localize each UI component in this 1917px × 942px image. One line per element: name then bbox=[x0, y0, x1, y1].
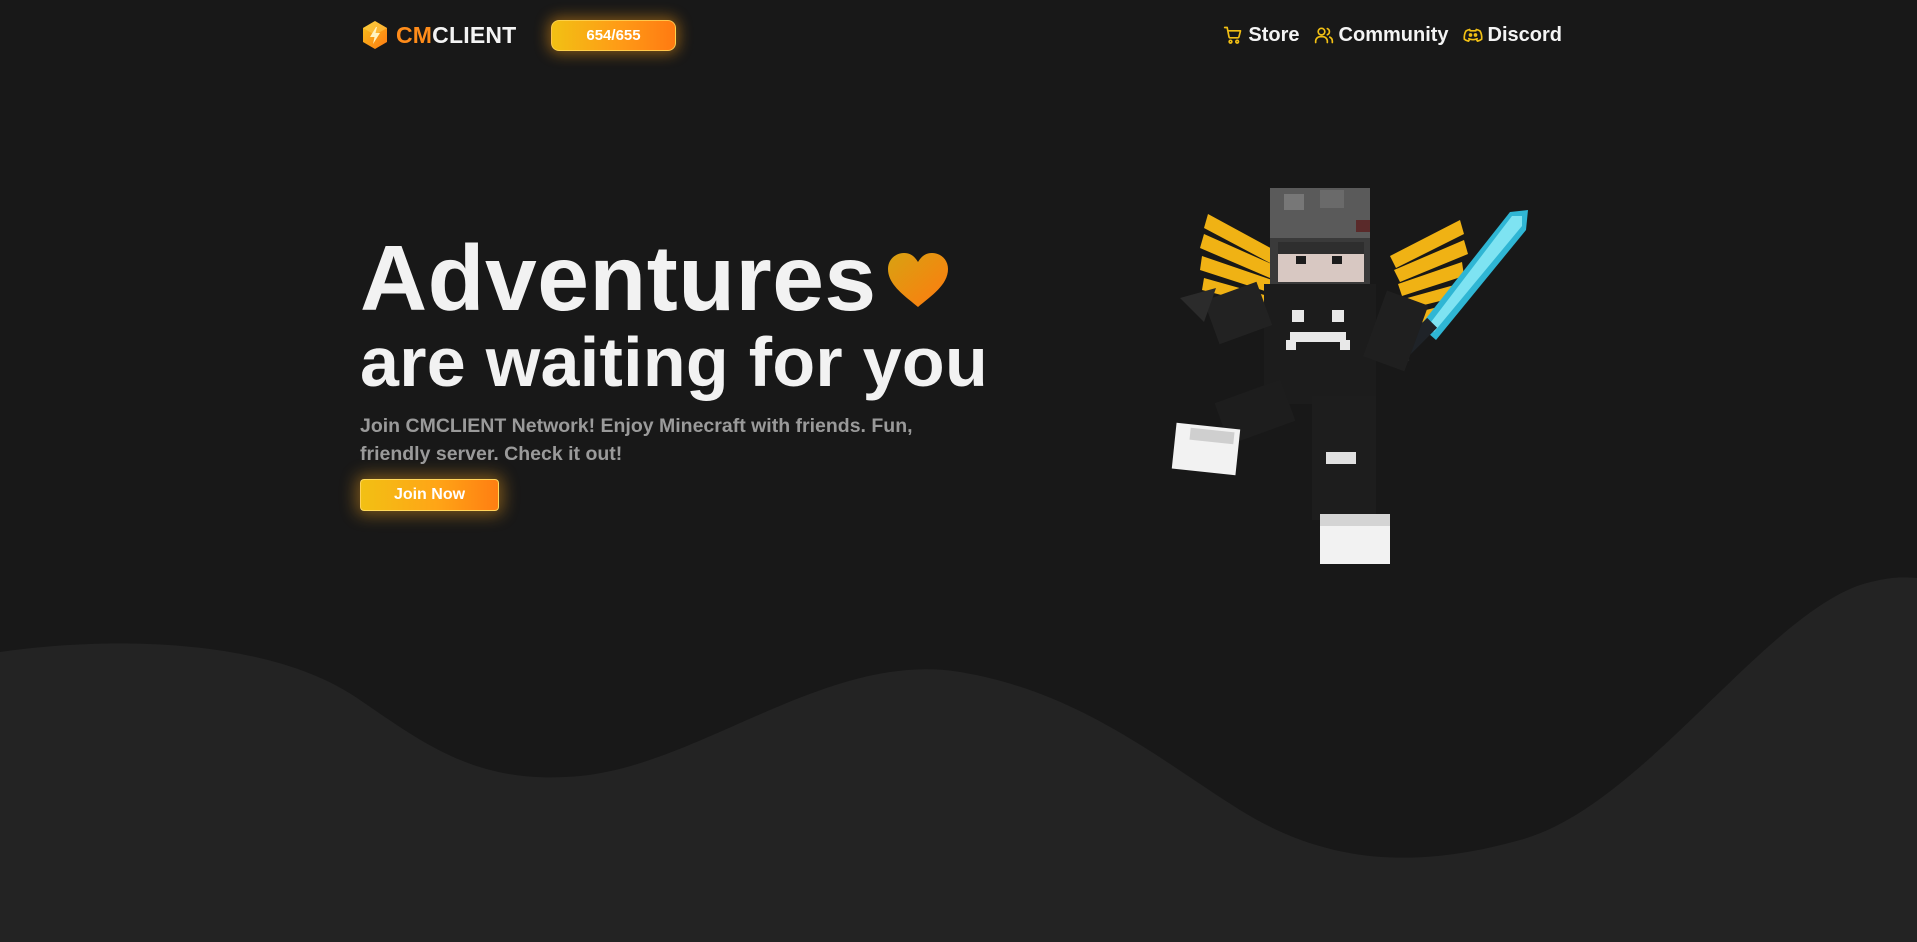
hero-title: Adventures bbox=[360, 226, 877, 330]
cart-icon bbox=[1224, 26, 1242, 44]
brand-name-accent: CM bbox=[396, 22, 433, 48]
nav-discord-link[interactable]: Discord bbox=[1462, 22, 1562, 48]
main-nav: Store Community Discord bbox=[1223, 22, 1562, 48]
minecraft-character-illustration bbox=[1171, 188, 1528, 564]
nav-store-link[interactable]: Store bbox=[1223, 22, 1300, 48]
character-head bbox=[1270, 188, 1370, 284]
heart-icon bbox=[887, 253, 948, 307]
site-header: CMCLIENT 654/655 Store Community Discord bbox=[360, 16, 1562, 56]
brand-name: CMCLIENT bbox=[396, 20, 516, 50]
players-online-badge[interactable]: 654/655 bbox=[551, 20, 676, 51]
hexagon-lightning-logo-icon bbox=[363, 21, 387, 49]
nav-discord-label: Discord bbox=[1487, 24, 1562, 46]
brand-link[interactable]: CMCLIENT bbox=[360, 20, 516, 50]
join-now-button[interactable]: Join Now bbox=[360, 479, 499, 511]
hero-section: Adventures are waiting for you Join CMCL… bbox=[360, 228, 1060, 511]
discord-icon bbox=[1462, 28, 1483, 43]
hero-description: Join CMCLIENT Network! Enjoy Minecraft w… bbox=[360, 415, 913, 465]
users-icon bbox=[1314, 27, 1333, 44]
brand-name-rest: CLIENT bbox=[432, 22, 517, 48]
nav-community-link[interactable]: Community bbox=[1314, 22, 1449, 48]
hero-subtitle: are waiting for you bbox=[360, 323, 989, 401]
nav-store-label: Store bbox=[1248, 24, 1300, 46]
character-legs bbox=[1171, 379, 1390, 564]
hero-title-row: Adventures bbox=[360, 228, 1060, 328]
landing-page: CMCLIENT 654/655 Store Community Discord… bbox=[0, 0, 1917, 942]
character-body bbox=[1180, 281, 1429, 404]
nav-community-label: Community bbox=[1338, 24, 1449, 46]
